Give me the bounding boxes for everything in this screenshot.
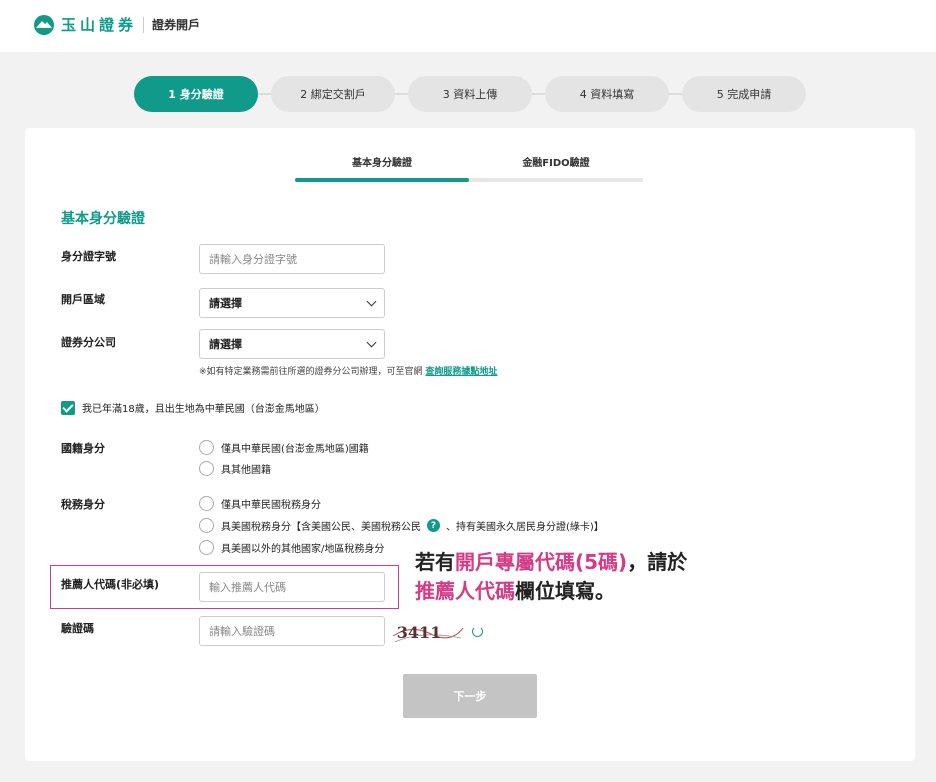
verification-tabs: 基本身分驗證 金融FIDO驗證 [295,154,643,182]
option-label: 具其他國籍 [221,465,271,476]
page-subtitle: 證券開戶 [152,18,201,32]
option-label: 具美國稅務身分【含美國公民、美國稅務公民 [221,522,421,533]
branch-label: 證券分公司 [61,336,116,349]
branch-note: ※如有特定業務需前往所選的證券分公司辦理，可至官網 查詢服務據點地址 [199,364,497,377]
region-label: 開戶區域 [61,293,105,306]
option-label: 僅具中華民國稅務身分 [221,500,321,511]
checkbox-checked-icon[interactable] [61,400,75,415]
radio-button[interactable] [199,496,214,511]
annotation-line-1: 若有開戶專屬代碼(5碼)，請於 [415,550,688,574]
tax-option-us[interactable]: 具美國稅務身分【含美國公民、美國稅務公民 ? 、持有美國永久居民身分證(綠卡)】 [199,518,604,533]
tab-active-indicator [295,178,469,182]
option-label: 僅具中華民國(台澎金馬地區)國籍 [221,444,369,455]
divider [143,16,145,33]
tab-fido-verification[interactable]: 金融FIDO驗證 [469,154,643,169]
region-select[interactable]: 請選擇 [199,288,385,318]
captcha-text: 3411 [397,623,442,642]
age-confirm-row[interactable]: 我已年滿18歲，且出生地為中華民國（台澎金馬地區） [61,400,325,415]
top-bar: 玉山證券 證券開戶 [0,0,936,52]
step-5: 5 完成申請 [682,76,806,112]
radio-button[interactable] [199,540,214,555]
captcha-input[interactable] [199,616,385,646]
section-title: 基本身分驗證 [61,211,145,227]
nationality-label: 國籍身分 [61,442,105,455]
referrer-code-input[interactable] [199,572,385,602]
logo[interactable]: 玉山證券 證券開戶 [33,14,200,35]
region-select-value: 請選擇 [209,297,242,310]
tax-option-other[interactable]: 具美國以外的其他國家/地區稅務身分 [199,540,384,555]
radio-button[interactable] [199,440,214,455]
annotation-line-2: 推薦人代碼欄位填寫。 [415,579,615,603]
step-1: 1 身分驗證 [134,76,258,112]
esun-logo-icon [34,14,54,35]
brand-name: 玉山證券 [61,16,138,34]
tab-basic-verification[interactable]: 基本身分驗證 [295,154,469,169]
branch-select[interactable]: 請選擇 [199,329,385,359]
progress-steps: 1 身分驗證 2 綁定交割戶 3 資料上傳 4 資料填寫 5 完成申請 [134,76,806,112]
age-confirm-label: 我已年滿18歲，且出生地為中華民國（台澎金馬地區） [82,404,325,415]
tax-label: 稅務身分 [61,498,105,511]
branch-select-value: 請選擇 [209,338,242,351]
step-2: 2 綁定交割戶 [271,76,395,112]
form-card: 基本身分驗證 金融FIDO驗證 基本身分驗證 身分證字號 開戶區域 請選擇 證券… [25,128,915,761]
option-label: 具美國以外的其他國家/地區稅務身分 [221,544,385,555]
captcha-label: 驗證碼 [61,622,94,635]
tax-option-roc-only[interactable]: 僅具中華民國稅務身分 [199,496,321,511]
nationality-option-other[interactable]: 具其他國籍 [199,461,271,476]
nationality-option-roc-only[interactable]: 僅具中華民國(台澎金馬地區)國籍 [199,440,369,455]
chevron-down-icon [366,337,377,347]
next-button[interactable]: 下一步 [403,674,537,718]
branch-locations-link[interactable]: 查詢服務據點地址 [425,367,497,377]
step-4: 4 資料填寫 [545,76,669,112]
step-3: 3 資料上傳 [408,76,532,112]
chevron-down-icon [366,296,377,306]
captcha-image: 3411 [392,623,464,643]
id-number-input[interactable] [199,244,385,274]
option-label-cont: 、持有美國永久居民身分證(綠卡)】 [446,522,604,533]
branch-note-text: ※如有特定業務需前往所選的證券分公司辦理，可至官網 [199,367,423,377]
refresh-icon[interactable] [472,626,483,637]
radio-button[interactable] [199,518,214,533]
referrer-label: 推薦人代碼(非必填) [61,578,160,591]
id-label: 身分證字號 [61,250,116,263]
annotation-callout: 若有開戶專屬代碼(5碼)，請於 推薦人代碼欄位填寫。 [415,548,687,606]
radio-button[interactable] [199,461,214,476]
help-icon[interactable]: ? [427,519,440,532]
